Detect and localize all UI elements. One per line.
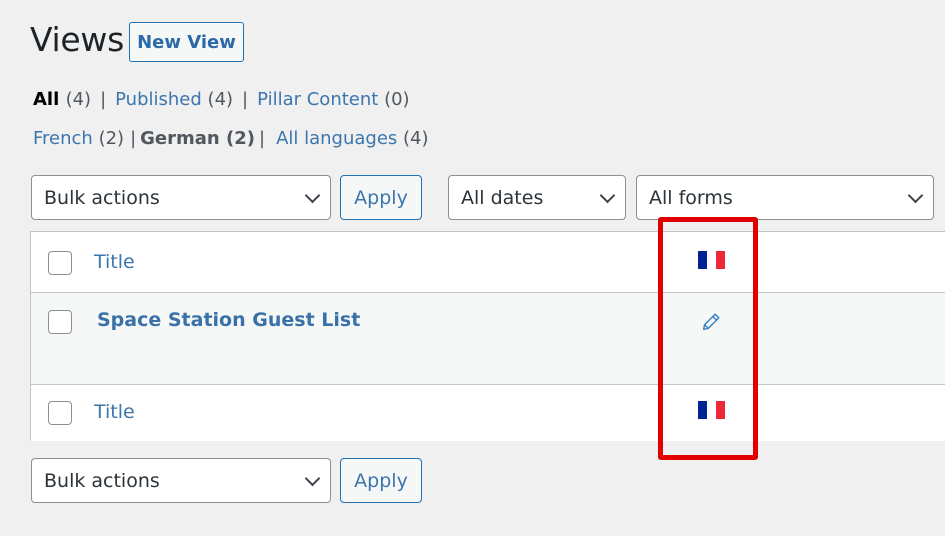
filter-all-count: (4): [65, 89, 92, 110]
flag-blue-stripe: [698, 401, 707, 419]
page-title: Views: [30, 20, 125, 59]
table-row: Space Station Guest List: [31, 293, 945, 385]
select-all-checkbox[interactable]: [48, 251, 72, 275]
french-flag-icon[interactable]: [698, 401, 725, 419]
dates-filter-selected-value: All dates: [461, 186, 544, 209]
dates-filter-select[interactable]: All dates: [448, 175, 626, 220]
chevron-down-icon: [304, 187, 321, 203]
flag-red-stripe: [716, 401, 725, 419]
filter-all-label: All: [33, 89, 60, 110]
chevron-down-icon: [907, 187, 924, 203]
filter-german-count: (2): [226, 128, 255, 149]
apply-button-bottom[interactable]: Apply: [340, 458, 422, 503]
views-table: Title Space Station Guest List Title: [30, 231, 945, 441]
forms-filter-selected-value: All forms: [649, 186, 733, 209]
filter-all[interactable]: All (4): [33, 89, 91, 110]
bulk-actions-selected-value: Bulk actions: [44, 469, 160, 492]
forms-filter-select[interactable]: All forms: [636, 175, 934, 220]
bulk-actions-select-top[interactable]: Bulk actions: [31, 175, 331, 220]
flag-red-stripe: [716, 251, 725, 269]
flag-white-stripe: [707, 401, 716, 419]
chevron-down-icon: [304, 470, 321, 486]
filter-german-label: German: [140, 128, 220, 149]
french-flag-icon[interactable]: [698, 251, 725, 269]
filter-pillar-content-count: (0): [384, 89, 410, 110]
filter-french[interactable]: French (2): [33, 128, 124, 149]
filter-all-languages-label: All languages: [276, 128, 398, 149]
apply-button-top[interactable]: Apply: [340, 175, 422, 220]
flag-white-stripe: [707, 251, 716, 269]
filter-pillar-content[interactable]: Pillar Content (0): [257, 89, 409, 110]
new-view-button[interactable]: New View: [129, 22, 244, 62]
column-title-sort-link-bottom[interactable]: Title: [94, 401, 135, 423]
pencil-edit-icon[interactable]: [700, 311, 722, 333]
filter-all-languages-count: (4): [403, 128, 429, 149]
filter-french-count: (2): [98, 128, 125, 149]
separator: |: [100, 89, 107, 110]
table-footer-row: Title: [31, 385, 945, 441]
views-list-page: Views New View All (4) | Published (4) |…: [0, 0, 945, 536]
filter-published-label: Published: [115, 89, 202, 110]
select-all-checkbox-bottom[interactable]: [48, 401, 72, 425]
filter-pillar-content-label: Pillar Content: [257, 89, 379, 110]
language-filter-links: French (2) | German (2) | All languages …: [33, 128, 429, 149]
status-filter-links: All (4) | Published (4) | Pillar Content…: [33, 89, 410, 110]
filter-published-count: (4): [207, 89, 234, 110]
row-title-link[interactable]: Space Station Guest List: [97, 309, 360, 331]
separator: |: [259, 128, 266, 149]
column-title-sort-link[interactable]: Title: [94, 251, 135, 273]
bulk-actions-selected-value: Bulk actions: [44, 186, 160, 209]
filter-published[interactable]: Published (4): [115, 89, 233, 110]
filter-french-label: French: [33, 128, 93, 149]
filter-all-languages[interactable]: All languages (4): [276, 128, 428, 149]
bulk-actions-select-bottom[interactable]: Bulk actions: [31, 458, 331, 503]
chevron-down-icon: [599, 187, 616, 203]
table-header-row: Title: [31, 232, 945, 293]
row-checkbox[interactable]: [48, 310, 72, 334]
separator: |: [130, 128, 137, 149]
filter-german-current: German (2): [140, 128, 255, 149]
separator: |: [242, 89, 249, 110]
flag-blue-stripe: [698, 251, 707, 269]
